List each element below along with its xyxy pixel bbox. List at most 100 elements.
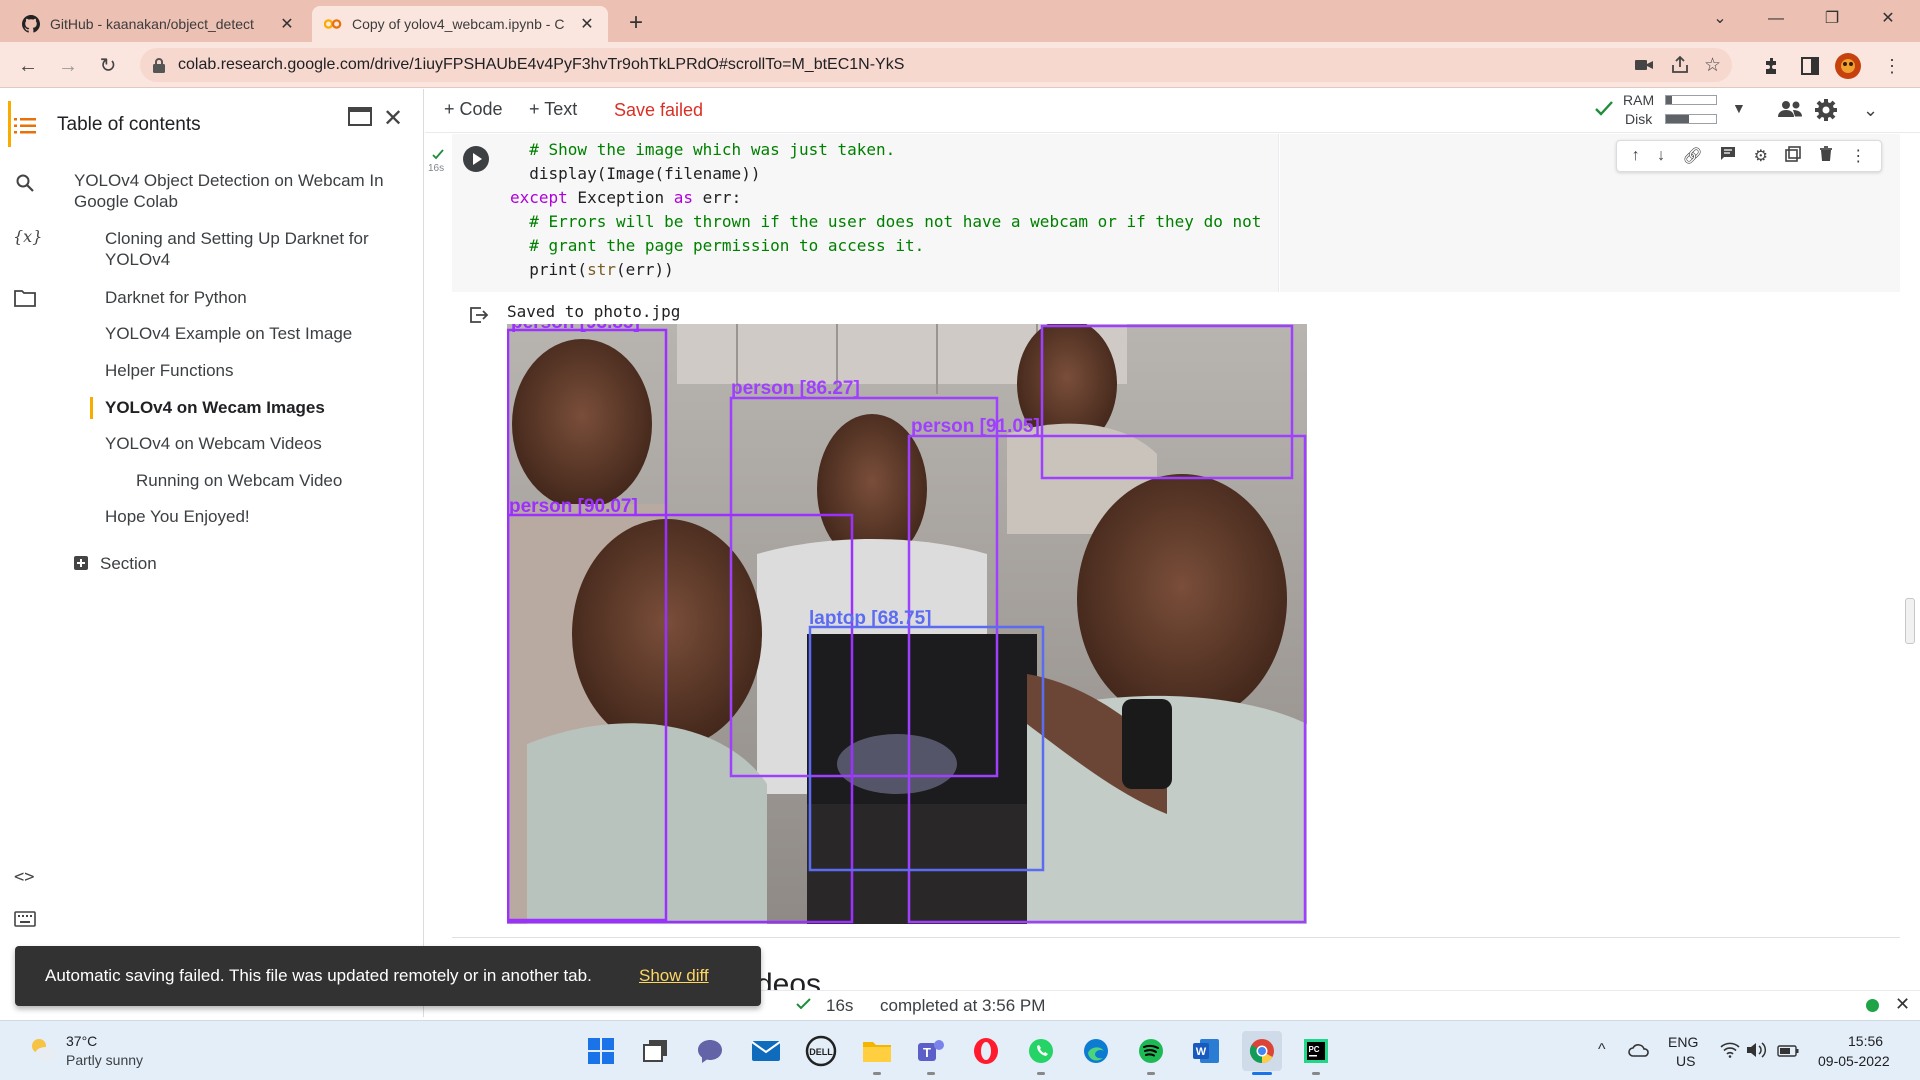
move-cell-up-icon[interactable]: ↑	[1632, 147, 1640, 165]
restore-icon[interactable]: ❐	[1804, 0, 1860, 38]
running-indicator	[1147, 1072, 1155, 1075]
add-section-icon[interactable]	[74, 556, 88, 575]
open-in-tab-icon[interactable]	[348, 106, 372, 131]
word-icon[interactable]: W	[1186, 1031, 1226, 1071]
opera-icon[interactable]	[966, 1031, 1006, 1071]
save-status: Save failed	[614, 100, 704, 120]
close-status-icon[interactable]: ✕	[1895, 994, 1910, 1015]
battery-icon[interactable]	[1777, 1044, 1799, 1062]
toc-item[interactable]: Running on Webcam Video	[136, 470, 342, 491]
delete-cell-icon[interactable]	[1819, 145, 1833, 167]
teams-chat-icon[interactable]	[690, 1031, 730, 1071]
link-to-cell-icon[interactable]: 🔗︎	[1683, 146, 1703, 166]
running-indicator	[1312, 1072, 1320, 1075]
active-indicator	[1252, 1072, 1272, 1075]
running-indicator	[873, 1072, 881, 1075]
autosave-failed-toast: Automatic saving failed. This file was u…	[15, 946, 761, 1006]
cell-settings-icon[interactable]: ⚙	[1754, 146, 1768, 166]
github-icon	[22, 15, 40, 33]
browser-tab-strip: GitHub - kaanakan/object_detect ✕ Copy o…	[0, 0, 1920, 42]
language-secondary[interactable]: US	[1676, 1053, 1695, 1069]
forward-icon[interactable]: →	[52, 50, 84, 82]
output-actions-icon[interactable]	[469, 306, 489, 329]
toc-item[interactable]: Hope You Enjoyed!	[105, 506, 250, 527]
more-actions-icon[interactable]: ⋮	[1850, 146, 1866, 166]
volume-icon[interactable]	[1746, 1041, 1768, 1064]
add-code-button[interactable]: + Code	[444, 99, 503, 120]
mirror-cell-icon[interactable]	[1785, 145, 1802, 167]
mail-icon[interactable]	[746, 1031, 786, 1071]
dell-icon[interactable]: DELL	[801, 1031, 841, 1071]
code-line: # grant the page permission to access it…	[529, 236, 925, 255]
chrome-icon[interactable]	[1242, 1031, 1282, 1071]
back-icon[interactable]: ←	[12, 50, 44, 82]
tab-search-icon[interactable]: ⌄	[1692, 0, 1748, 38]
toc-item-selected[interactable]: YOLOv4 on Wecam Images	[90, 397, 325, 419]
address-bar[interactable]: colab.research.google.com/drive/1iuyFPSH…	[140, 48, 1732, 82]
new-tab-button[interactable]: +	[620, 8, 652, 40]
ram-usage-bar[interactable]	[1665, 95, 1717, 105]
wifi-icon[interactable]	[1720, 1042, 1740, 1063]
toc-item-label-line2: Google Colab	[74, 192, 178, 211]
clock-date[interactable]: 09-05-2022	[1818, 1053, 1890, 1069]
reload-icon[interactable]: ↻	[92, 50, 124, 82]
clock-time[interactable]: 15:56	[1848, 1033, 1883, 1049]
browser-menu-icon[interactable]: ⋮	[1880, 54, 1904, 78]
toc-item[interactable]: YOLOv4 Object Detection on Webcam In Goo…	[74, 170, 384, 212]
add-comment-icon[interactable]	[1720, 146, 1736, 167]
add-section-label[interactable]: Section	[100, 553, 157, 574]
whatsapp-icon[interactable]	[1021, 1031, 1061, 1071]
runtime-dropdown-icon[interactable]: ▼	[1732, 100, 1746, 116]
toc-panel-indicator	[8, 101, 11, 147]
add-text-button[interactable]: + Text	[529, 99, 577, 120]
start-icon[interactable]	[581, 1031, 621, 1071]
bookmark-star-icon[interactable]: ☆	[1704, 54, 1721, 77]
language-primary[interactable]: ENG	[1668, 1034, 1698, 1050]
camera-icon[interactable]	[1634, 55, 1654, 80]
teams-icon[interactable]: T	[911, 1031, 951, 1071]
close-tab-icon[interactable]: ✕	[578, 14, 596, 34]
code-line: except Exception as err:	[510, 188, 742, 207]
share-users-icon[interactable]	[1778, 99, 1804, 124]
detection-label: person [91.05]	[911, 416, 1040, 437]
output-text: Saved to photo.jpg	[507, 302, 681, 321]
close-tab-icon[interactable]: ✕	[278, 14, 296, 34]
show-diff-link[interactable]: Show diff	[639, 966, 709, 986]
show-hidden-icons-icon[interactable]: ^	[1598, 1041, 1606, 1059]
browser-toolbar: ← → ↻ colab.research.google.com/drive/1i…	[0, 42, 1920, 88]
webcam-photo: person [93.85] person [86.27] person [91…	[507, 324, 1307, 924]
browser-tab-github[interactable]: GitHub - kaanakan/object_detect ✕	[10, 6, 308, 42]
onedrive-icon[interactable]	[1628, 1043, 1650, 1062]
close-panel-icon[interactable]: ✕	[383, 104, 403, 133]
toc-item[interactable]: YOLOv4 on Webcam Videos	[105, 433, 322, 454]
url-text: colab.research.google.com/drive/1iuyFPSH…	[178, 56, 905, 73]
toc-item[interactable]: Darknet for Python	[105, 287, 247, 308]
connection-status-dot	[1866, 999, 1879, 1012]
close-window-icon[interactable]: ✕	[1860, 0, 1916, 38]
disk-usage-bar[interactable]	[1665, 114, 1717, 124]
extensions-icon[interactable]	[1760, 54, 1784, 78]
detection-label: person [93.85]	[511, 324, 640, 333]
toc-item[interactable]: Helper Functions	[105, 360, 234, 381]
browser-tab-colab[interactable]: Copy of yolov4_webcam.ipynb - C ✕	[312, 6, 608, 42]
toc-item[interactable]: YOLOv4 Example on Test Image	[105, 323, 352, 344]
colab-icon	[324, 15, 342, 33]
notebook-scrollbar[interactable]	[1905, 598, 1915, 644]
edge-icon[interactable]	[1076, 1031, 1116, 1071]
task-view-icon[interactable]	[636, 1031, 676, 1071]
code-line: display(Image(filename))	[529, 164, 761, 183]
file-explorer-icon[interactable]	[857, 1031, 897, 1071]
weather-partly-sunny-icon[interactable]	[28, 1035, 58, 1068]
move-cell-down-icon[interactable]: ↓	[1657, 147, 1665, 165]
spotify-icon[interactable]	[1131, 1031, 1171, 1071]
run-cell-button[interactable]	[463, 146, 489, 172]
settings-gear-icon[interactable]	[1814, 98, 1838, 127]
toc-title: Table of contents	[57, 114, 201, 135]
share-icon[interactable]	[1670, 55, 1690, 80]
toc-item[interactable]: Cloning and Setting Up Darknet for YOLOv…	[105, 228, 369, 270]
pycharm-icon[interactable]: PC	[1296, 1031, 1336, 1071]
collapse-header-icon[interactable]: ⌄	[1863, 100, 1878, 121]
profile-avatar[interactable]	[1834, 52, 1862, 80]
side-panel-icon[interactable]	[1798, 54, 1822, 78]
minimize-icon[interactable]: —	[1748, 0, 1804, 38]
